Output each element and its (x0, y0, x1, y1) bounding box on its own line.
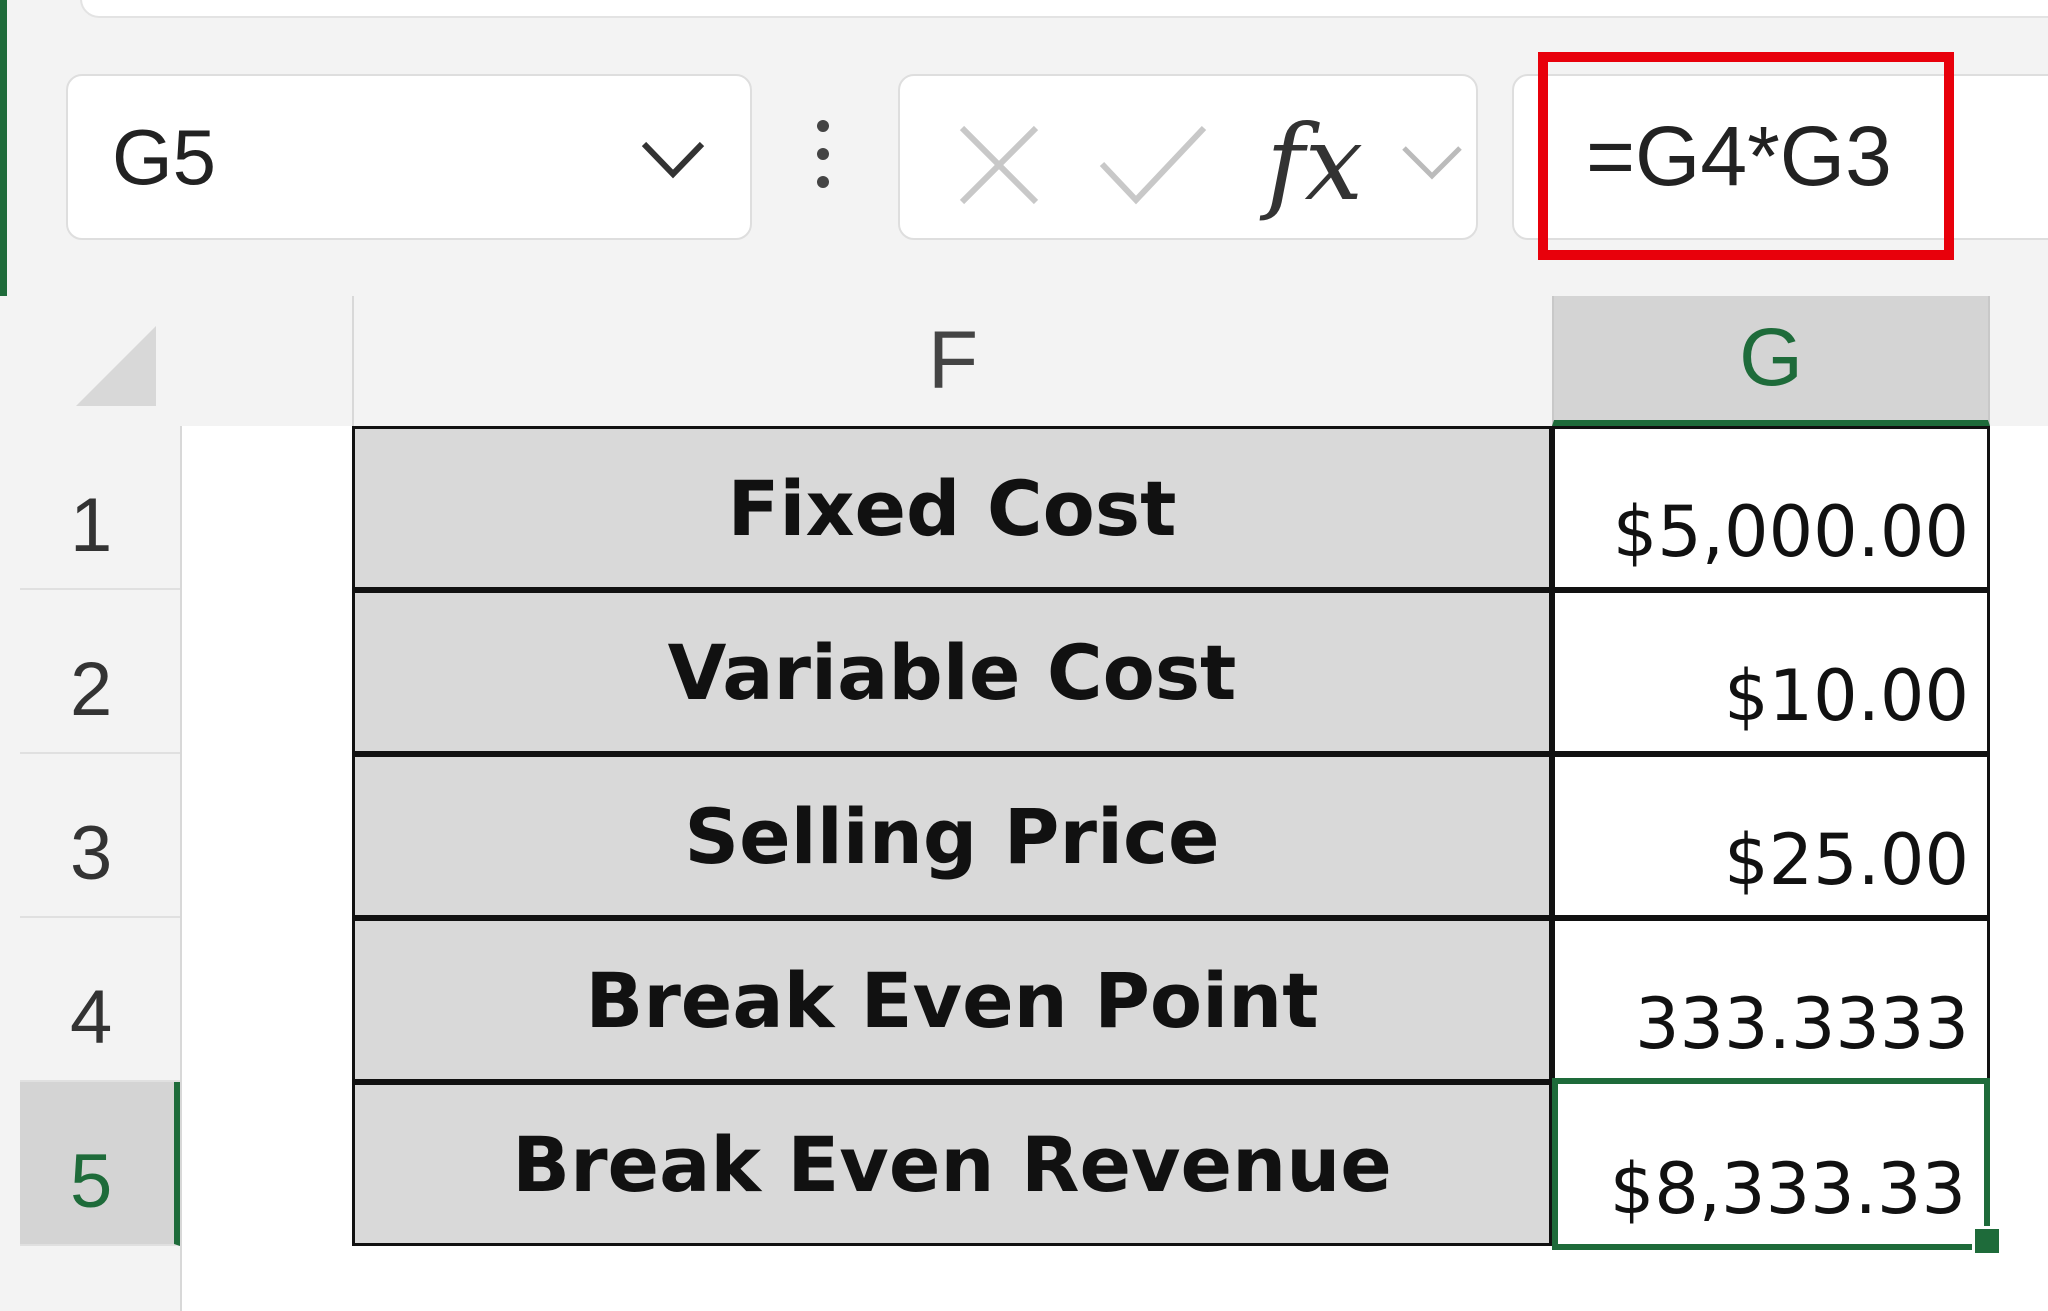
cell-g5-selected[interactable]: $8,333.33 (1552, 1078, 1990, 1250)
column-header-f[interactable]: F (352, 296, 1552, 426)
cell-g2[interactable]: $10.00 (1552, 590, 1990, 754)
row-header-2[interactable]: 2 (20, 590, 180, 754)
row-header-3[interactable]: 3 (20, 754, 180, 918)
grid-divider (180, 426, 182, 1311)
column-header-g[interactable]: G (1552, 296, 1990, 426)
cell-f4[interactable]: Break Even Point (352, 918, 1552, 1082)
cell-f5[interactable]: Break Even Revenue (352, 1082, 1552, 1246)
cell-g1[interactable]: $5,000.00 (1552, 426, 1990, 590)
name-box[interactable]: G5 (66, 74, 752, 240)
row-header-5[interactable]: 5 (20, 1082, 180, 1246)
name-box-value: G5 (112, 113, 217, 201)
ribbon-edge (80, 0, 2048, 18)
fx-chevron-down-icon[interactable] (1400, 140, 1464, 184)
insert-function-icon[interactable]: fx (1266, 102, 1363, 224)
enter-check-icon[interactable] (1096, 120, 1208, 210)
cell-f3[interactable]: Selling Price (352, 754, 1552, 918)
cancel-icon[interactable] (954, 120, 1044, 210)
chevron-down-icon[interactable] (638, 134, 708, 184)
fill-handle[interactable] (1972, 1226, 2002, 1256)
formula-text[interactable]: =G4*G3 (1586, 108, 1892, 205)
row-header-1[interactable]: 1 (20, 426, 180, 590)
row-header-4[interactable]: 4 (20, 918, 180, 1082)
formula-controls: fx (898, 74, 1478, 240)
cell-g3[interactable]: $25.00 (1552, 754, 1990, 918)
more-options-icon[interactable] (812, 120, 834, 200)
cell-f2[interactable]: Variable Cost (352, 590, 1552, 754)
select-all-corner[interactable] (76, 326, 156, 406)
cell-g4[interactable]: 333.3333 (1552, 918, 1990, 1082)
cell-f1[interactable]: Fixed Cost (352, 426, 1552, 590)
